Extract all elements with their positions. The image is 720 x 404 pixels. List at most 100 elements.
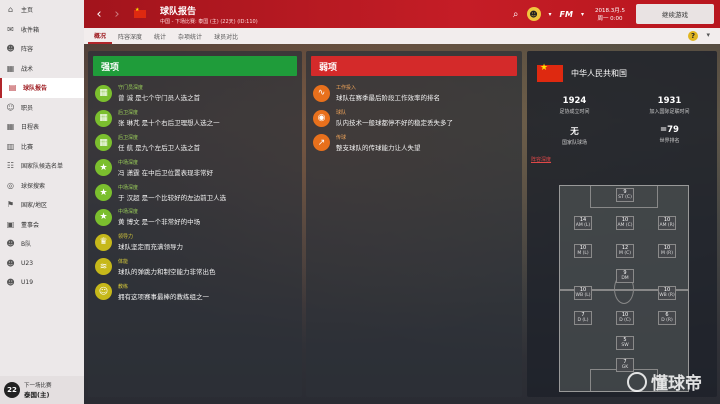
sidebar-item[interactable]: ⌂ 主页	[0, 0, 84, 20]
position-code: M (C)	[619, 251, 631, 256]
sidebar-menu: ⌂ 主页 ✉ 收件箱 ☻ 阵容 ▦ 战术 ▤ 球队报告 ☺ 职员 ▦ 日程表 ▥ 比赛 ☷ 国家队候选名单 ◎ 球探搜…	[0, 0, 84, 293]
report-row[interactable]: ♛ 领导力 球队坚定而充满领导力	[88, 230, 302, 255]
back-arrow-icon[interactable]: ‹	[92, 7, 106, 22]
position-code: DM	[621, 276, 629, 281]
sidebar-item[interactable]: ▦ 日程表	[0, 117, 84, 137]
jump-icon: ≋	[95, 258, 112, 276]
squad-depth-link[interactable]: 阵容深度	[531, 156, 717, 163]
row-category: 工作投入	[336, 85, 357, 92]
tab-item[interactable]: 杂项统计	[172, 28, 208, 44]
report-row-text: 球队 队内技术一般球都停不好的稳定丢失多了	[336, 109, 453, 127]
row-category: 中场深度	[118, 159, 139, 166]
position-code: AM (L)	[575, 223, 591, 228]
row-description: 球队坚定而充满领导力	[118, 243, 183, 252]
sidebar-item-label: 董事会	[21, 221, 40, 229]
position-slot[interactable]: 12 M (C)	[616, 244, 634, 258]
sidebar-item-label: 日程表	[21, 124, 40, 132]
position-code: M (L)	[577, 251, 589, 256]
tab-item[interactable]: 阵容深度	[112, 28, 148, 44]
row-category: 领导力	[118, 234, 134, 241]
chevron-down-icon[interactable]: ▾	[581, 11, 584, 18]
search-icon[interactable]: ⌕	[513, 9, 519, 20]
next-match-widget[interactable]: 22 下一场比赛 泰国(主)	[0, 376, 84, 404]
position-slot[interactable]: 10 M (L)	[574, 244, 592, 258]
sidebar-item[interactable]: ☻ U23	[0, 254, 84, 274]
row-category: 中场深度	[118, 184, 139, 191]
position-slot[interactable]: 10 AM (C)	[616, 216, 634, 230]
stat-label: 国家队球场	[561, 140, 587, 146]
chevron-down-icon[interactable]: ▾	[706, 31, 710, 39]
game-date[interactable]: 2018.3月.5 周一 0:00	[592, 6, 628, 22]
sidebar-item-label: 主页	[21, 7, 34, 15]
report-row[interactable]: ∿ 工作投入 球队在赛季最后阶段工作效率的排名	[306, 81, 522, 106]
position-slot[interactable]: 10 D (C)	[616, 311, 634, 325]
report-row[interactable]: ◉ 球队 队内技术一般球都停不好的稳定丢失多了	[306, 106, 522, 131]
position-slot[interactable]: 10 M (R)	[658, 244, 676, 258]
sidebar-item[interactable]: ▣ 董事会	[0, 215, 84, 235]
stat-value: 1931	[657, 96, 682, 106]
report-row[interactable]: ☺ 教练 拥有这项赛事最棒的教练组之一	[88, 279, 302, 304]
position-slot[interactable]: 7D (L)	[574, 311, 592, 325]
sidebar-item[interactable]: ▥ 比赛	[0, 137, 84, 157]
sidebar-item[interactable]: ☻ U19	[0, 273, 84, 293]
report-row-text: 教练 拥有这项赛事最棒的教练组之一	[118, 283, 209, 301]
help-icon[interactable]: ?	[688, 31, 698, 41]
page-subtitle[interactable]: 中国 - 下场比赛: 泰国 (主) (22天) (ID:110)	[160, 18, 258, 25]
position-slot[interactable]: 9 ST (C)	[616, 188, 634, 202]
calendar-icon: ▦	[6, 122, 15, 132]
nation-name[interactable]: 中华人民共和国	[571, 68, 627, 79]
report-row[interactable]: ★ 中场深度于 汉超 是一个比较好的左边前卫人选	[88, 180, 302, 205]
sidebar-item[interactable]: ◎ 球探搜索	[0, 176, 84, 196]
tab-item[interactable]: 球员对比	[208, 28, 244, 44]
report-row[interactable]: ★ 中场深度冯 潇霆 在中后卫位置表现非常好	[88, 155, 302, 180]
grid-icon: ▦	[95, 134, 112, 152]
match-icon: ▥	[6, 141, 15, 151]
sidebar-item[interactable]: ☺ 职员	[0, 98, 84, 118]
position-slot[interactable]: 14 AM (L)	[574, 216, 592, 230]
position-slot[interactable]: 5 SW	[616, 336, 634, 350]
position-slot[interactable]: 10 AM (R)	[658, 216, 676, 230]
sidebar-item[interactable]: ☻ B队	[0, 234, 84, 254]
fm-menu-button[interactable]: FM	[560, 10, 573, 19]
report-row[interactable]: ★ 中场深度黄 博文 是一个非常好的中场	[88, 205, 302, 230]
sidebar-item[interactable]: ▤ 球队报告	[0, 78, 84, 98]
position-slot[interactable]: 10 WB (L)	[574, 286, 592, 300]
report-row-text: 中场深度冯 潇霆 在中后卫位置表现非常好	[118, 159, 213, 177]
sidebar-item[interactable]: ⚑ 国家/地区	[0, 195, 84, 215]
continue-button[interactable]: 继续游戏	[636, 4, 714, 24]
report-row[interactable]: ▦ 后卫深度任 航 是九个左后卫人选之首	[88, 131, 302, 156]
squad-icon: ☻	[6, 44, 15, 54]
report-row[interactable]: ↗ 传球 整支球队的传球能力让人失望	[306, 131, 522, 156]
stat-value: =79	[660, 125, 679, 135]
position-code: WB (R)	[659, 293, 675, 298]
board-icon: ▣	[6, 219, 15, 229]
position-slot[interactable]: 10 WB (R)	[658, 286, 676, 300]
stat-label: 足协成立时间	[559, 109, 590, 115]
next-match-caption: 下一场比赛	[24, 383, 52, 389]
report-row[interactable]: ▦ 守门员深度曾 诚 是七个守门员人选之首	[88, 81, 302, 106]
position-slot[interactable]: 9 DM	[616, 269, 634, 283]
watermark-logo-icon	[627, 371, 647, 392]
sidebar-item[interactable]: ▦ 战术	[0, 59, 84, 79]
sidebar-item[interactable]: ✉ 收件箱	[0, 20, 84, 40]
days-clock-icon: 22	[4, 382, 20, 398]
position-code: D (C)	[619, 318, 631, 323]
position-icon: ★	[95, 159, 112, 177]
tab-item[interactable]: 统计	[148, 28, 172, 44]
chevron-down-icon[interactable]: ▾	[549, 11, 552, 18]
report-row[interactable]: ▦ 后卫深度张 琳芃 是十个右后卫理想人选之一	[88, 106, 302, 131]
stat-value: 无	[570, 127, 579, 137]
formation-pitch: 9 ST (C) 14 AM (L) 10 AM (C) 10 AM (R) 10 M (L) 12…	[559, 185, 689, 392]
header-bar: ‹ › 球队报告 中国 - 下场比赛: 泰国 (主) (22天) (ID:110…	[84, 0, 720, 28]
sidebar-item[interactable]: ☷ 国家队候选名单	[0, 156, 84, 176]
row-category: 球队	[336, 110, 347, 117]
position-slot[interactable]: 6D (R)	[658, 311, 676, 325]
manager-menu-icon[interactable]: ☻	[526, 7, 541, 21]
forward-arrow-icon[interactable]: ›	[110, 7, 124, 22]
report-row-text: 中场深度于 汉超 是一个比较好的左边前卫人选	[118, 184, 226, 202]
grid-icon: ▦	[95, 109, 112, 127]
tab-item[interactable]: 概况	[88, 28, 113, 44]
u23-icon: ☻	[6, 258, 15, 268]
sidebar-item[interactable]: ☻ 阵容	[0, 39, 84, 59]
report-row[interactable]: ≋ 体能 球队的弹跳力和制空能力非常出色	[88, 255, 302, 280]
